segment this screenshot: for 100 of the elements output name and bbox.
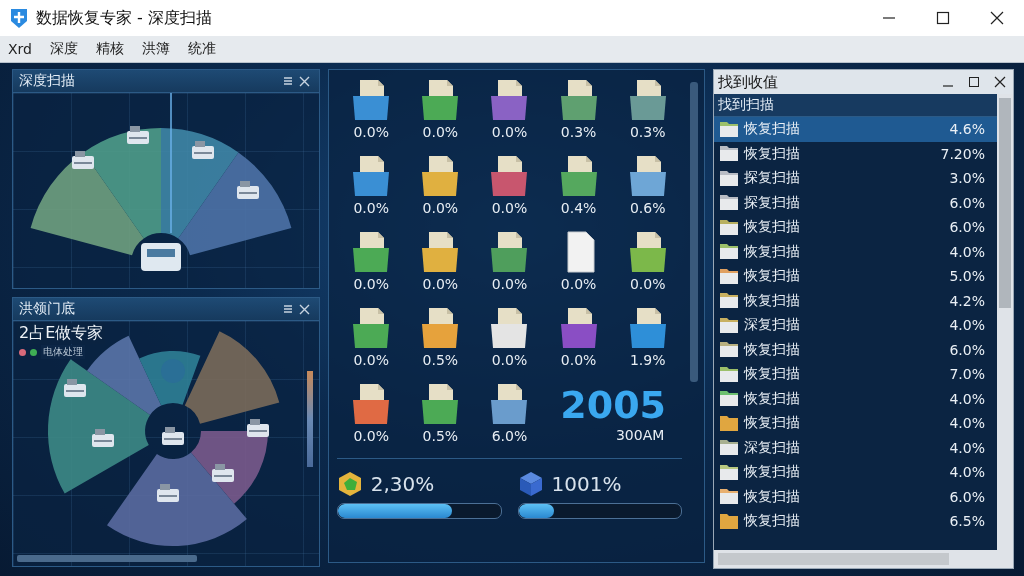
result-row[interactable]: 恢复扫描 6.0% xyxy=(714,337,997,362)
progress-reading: 2,30% xyxy=(370,472,435,496)
result-row[interactable]: 恢复扫描 6.0% xyxy=(714,215,997,240)
device-icon xyxy=(247,419,269,437)
result-row[interactable]: 深复扫描 4.0% xyxy=(714,435,997,460)
window-title: 数据恢复专家 - 深度扫描 xyxy=(36,7,213,29)
row-name: 恢复扫描 xyxy=(744,389,802,408)
menu-item[interactable]: 精核 xyxy=(96,40,124,58)
row-name: 探复扫描 xyxy=(744,193,802,212)
percentage: 0.6% xyxy=(629,200,666,216)
maximize-icon xyxy=(968,76,980,88)
scrollbar[interactable] xyxy=(714,550,1013,568)
percentage: 0.5% xyxy=(422,428,459,444)
result-row[interactable]: 探复扫描 6.0% xyxy=(714,190,997,215)
window-title: 找到收值 xyxy=(718,72,780,92)
percentage: 0.0% xyxy=(422,200,459,216)
device-icon xyxy=(64,379,86,397)
row-percentage: 6.0% xyxy=(949,341,985,358)
scrollbar[interactable] xyxy=(17,555,197,562)
row-name: 恢复扫描 xyxy=(744,144,802,163)
device-icon xyxy=(92,429,114,447)
percentage: 0.0% xyxy=(560,352,597,368)
row-name: 恢复扫描 xyxy=(744,512,802,531)
row-name: 恢复扫描 xyxy=(744,291,802,310)
stat-caption: 300AM xyxy=(615,427,665,443)
result-row[interactable]: 深复扫描 4.0% xyxy=(714,313,997,338)
row-name: 恢复扫描 xyxy=(744,120,802,139)
gem-icon xyxy=(336,471,363,497)
row-percentage: 4.0% xyxy=(949,439,985,456)
row-name: 探复扫描 xyxy=(744,169,802,188)
result-row[interactable]: 恢复扫描 4.0% xyxy=(714,411,997,436)
stat-value: 2005 xyxy=(560,383,667,427)
row-name: 恢复扫描 xyxy=(744,242,802,261)
percentage: 0.3% xyxy=(560,124,597,140)
row-percentage: 6.0% xyxy=(949,194,985,211)
row-percentage: 6.0% xyxy=(949,219,985,236)
close-icon xyxy=(990,11,1004,25)
row-name: 恢复扫描 xyxy=(744,414,802,433)
menu-item[interactable]: 统准 xyxy=(188,40,216,58)
row-percentage: 7.0% xyxy=(949,366,985,383)
result-row[interactable]: 恢复扫描 6.0% xyxy=(714,484,997,509)
app-logo-icon xyxy=(8,7,30,29)
percentage: 0.0% xyxy=(353,352,389,368)
percentage: 0.0% xyxy=(491,276,528,292)
result-row[interactable]: 恢复扫描 4.0% xyxy=(714,386,997,411)
device-icon xyxy=(127,126,149,144)
legend-label: 电体处理 xyxy=(41,345,85,359)
percentage: 0.0% xyxy=(353,428,389,444)
percentage: 0.0% xyxy=(422,276,459,292)
scanner-icon xyxy=(141,243,181,271)
row-name: 恢复扫描 xyxy=(744,487,802,506)
result-row[interactable]: 恢复扫描 7.0% xyxy=(714,362,997,387)
row-percentage: 6.0% xyxy=(949,488,985,505)
row-percentage: 4.0% xyxy=(949,415,985,432)
menu-item[interactable]: 洪簿 xyxy=(142,40,170,58)
percentage: 0.4% xyxy=(560,200,597,216)
minimize-icon xyxy=(942,85,954,88)
row-percentage: 4.2% xyxy=(949,292,985,309)
row-name: 恢复扫描 xyxy=(744,267,802,286)
percentage: 0.0% xyxy=(353,124,389,140)
percentage: 0.0% xyxy=(629,276,666,292)
result-row[interactable]: 恢复扫描 4.0% xyxy=(714,239,997,264)
percentage: 0.0% xyxy=(491,200,528,216)
result-row[interactable]: 恢复扫描 4.6% xyxy=(714,117,997,142)
device-icon xyxy=(157,484,179,502)
result-row[interactable]: 探复扫描 3.0% xyxy=(714,166,997,191)
device-icon xyxy=(72,151,94,169)
scrollbar[interactable] xyxy=(690,82,699,382)
row-name: 深复扫描 xyxy=(744,438,802,457)
row-percentage: 4.0% xyxy=(949,390,985,407)
row-percentage: 6.5% xyxy=(949,513,985,530)
percentage: 6.0% xyxy=(491,428,528,444)
list-header: 找到扫描 xyxy=(714,94,997,117)
menu-item[interactable]: 深度 xyxy=(50,40,78,58)
result-row[interactable]: 恢复扫描 6.5% xyxy=(714,509,997,534)
row-percentage: 4.0% xyxy=(949,243,985,260)
percentage: 0.0% xyxy=(422,124,459,140)
row-name: 恢复扫描 xyxy=(744,463,802,482)
row-percentage: 4.0% xyxy=(949,317,985,334)
row-name: 恢复扫描 xyxy=(744,340,802,359)
row-name: 恢复扫描 xyxy=(744,218,802,237)
menu-item[interactable]: Xrd xyxy=(8,41,32,57)
result-row[interactable]: 恢复扫描 4.2% xyxy=(714,288,997,313)
device-icon xyxy=(237,181,259,199)
result-row[interactable]: 恢复扫描 7.20% xyxy=(714,141,997,166)
percentage: 0.0% xyxy=(491,124,528,140)
percentage: 0.0% xyxy=(560,276,597,292)
device-icon xyxy=(192,141,214,159)
result-row[interactable]: 恢复扫描 4.0% xyxy=(714,460,997,485)
close-icon xyxy=(994,76,1006,88)
panel-title: 洪领门底 xyxy=(19,300,76,318)
result-row[interactable]: 恢复扫描 5.0% xyxy=(714,264,997,289)
device-icon xyxy=(212,464,234,482)
maximize-icon xyxy=(936,11,950,25)
device-icon xyxy=(162,427,184,445)
progress-reading: 1001% xyxy=(551,472,622,496)
row-name: 深复扫描 xyxy=(744,316,802,335)
percentage: 1.9% xyxy=(629,352,666,368)
row-percentage: 7.20% xyxy=(940,145,985,162)
row-percentage: 3.0% xyxy=(949,170,985,187)
